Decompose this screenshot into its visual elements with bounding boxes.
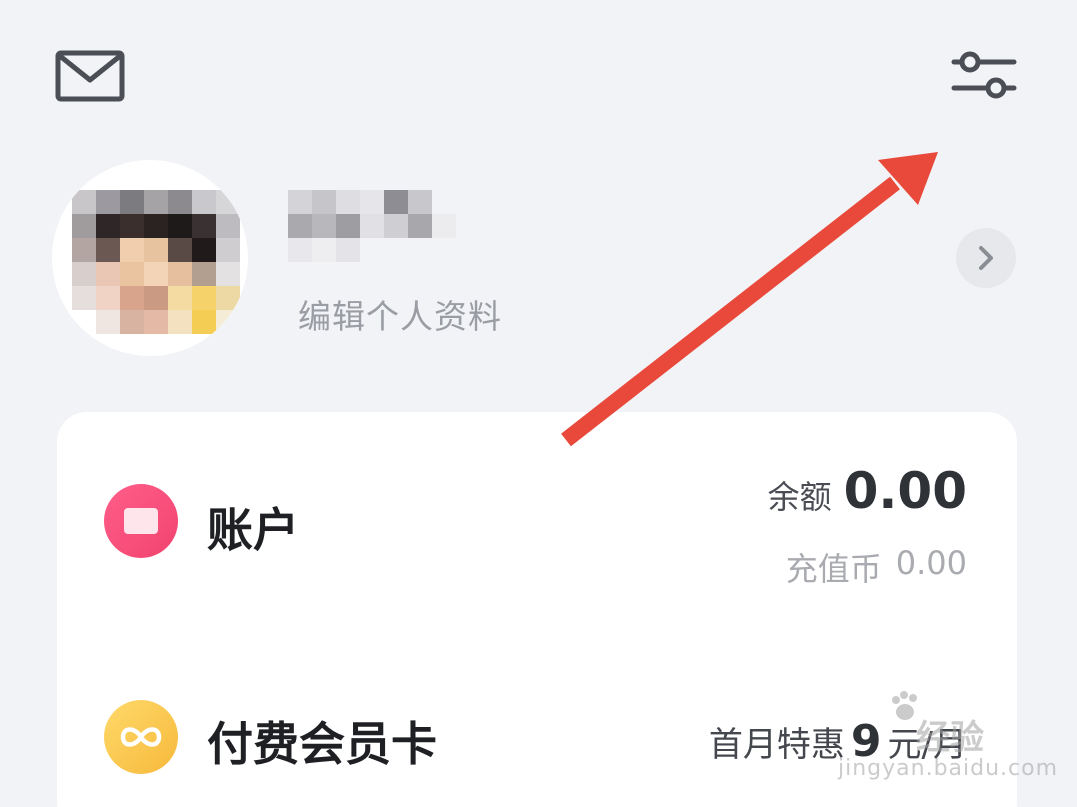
account-card: 账户 余额 0.00 充值币 0.00 付费会员卡 首月特惠 9 元/月 [57, 412, 1017, 807]
membership-promo: 首月特惠 9 元/月 [709, 716, 967, 767]
account-row[interactable]: 账户 余额 0.00 充值币 0.00 [57, 452, 1017, 622]
membership-title: 付费会员卡 [207, 717, 437, 771]
balance: 余额 0.00 [768, 462, 967, 520]
promo-unit: 元/月 [887, 725, 967, 765]
balance-value: 0.00 [843, 462, 967, 520]
promo-label: 首月特惠 [708, 725, 845, 765]
wallet-icon [104, 484, 178, 558]
coins-label: 充值币 [785, 550, 882, 588]
mail-icon[interactable] [55, 50, 125, 102]
infinity-icon [104, 700, 178, 774]
coins-value: 0.00 [895, 544, 967, 582]
account-title: 账户 [207, 503, 299, 557]
membership-row[interactable]: 付费会员卡 首月特惠 9 元/月 [57, 692, 1017, 807]
profile-chevron-button[interactable] [956, 228, 1016, 288]
avatar[interactable] [52, 160, 248, 356]
recharge-coins: 充值币 0.00 [786, 544, 967, 590]
edit-profile-link[interactable]: 编辑个人资料 [298, 290, 502, 338]
settings-sliders-icon[interactable] [950, 48, 1018, 104]
balance-label: 余额 [767, 478, 832, 516]
chevron-right-icon [979, 246, 993, 270]
promo-price: 9 [850, 716, 882, 767]
username-blurred[interactable] [288, 190, 478, 262]
